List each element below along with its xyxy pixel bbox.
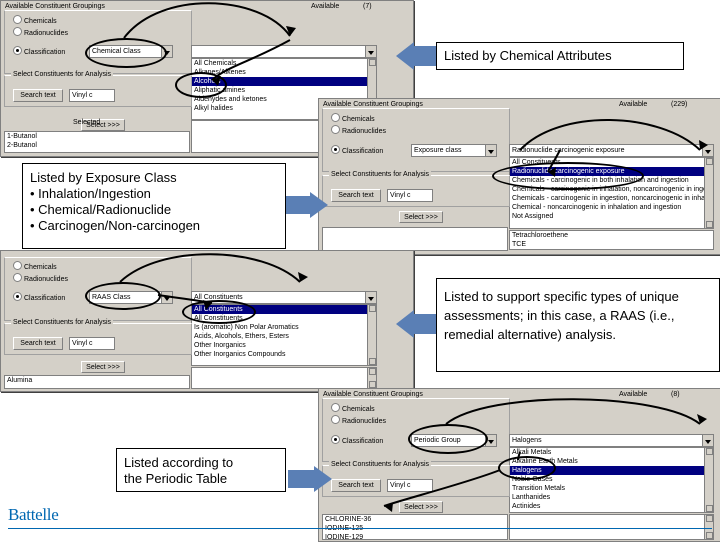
slide-canvas: Available Constituent Groupings Chemical… — [0, 0, 720, 542]
callout-raas: Listed to support specific types of uniq… — [436, 278, 720, 372]
blue-arrow-periodic — [288, 466, 332, 492]
callout-exposure-line2: • Chemical/Radionuclide — [30, 202, 172, 217]
callout-exposure-line3: • Carcinogen/Non-carcinogen — [30, 218, 201, 233]
callout-periodic-line1: Listed according to — [124, 455, 234, 470]
connector-arrows — [119, 2, 708, 512]
callout-exposure-class: Listed by Exposure Class • Inhalation/In… — [22, 163, 286, 249]
blue-arrow-exposure — [284, 192, 328, 218]
battelle-logo: Battelle — [8, 505, 59, 524]
callout-periodic-line2: the Periodic Table — [124, 471, 228, 486]
callout-exposure-title: Listed by Exposure Class — [30, 170, 177, 185]
callout-chemical-attributes: Listed by Chemical Attributes — [436, 42, 684, 70]
callout-periodic-table: Listed according to the Periodic Table — [116, 448, 286, 492]
footer-divider — [8, 528, 712, 529]
callout-exposure-line1: • Inhalation/Ingestion — [30, 186, 151, 201]
